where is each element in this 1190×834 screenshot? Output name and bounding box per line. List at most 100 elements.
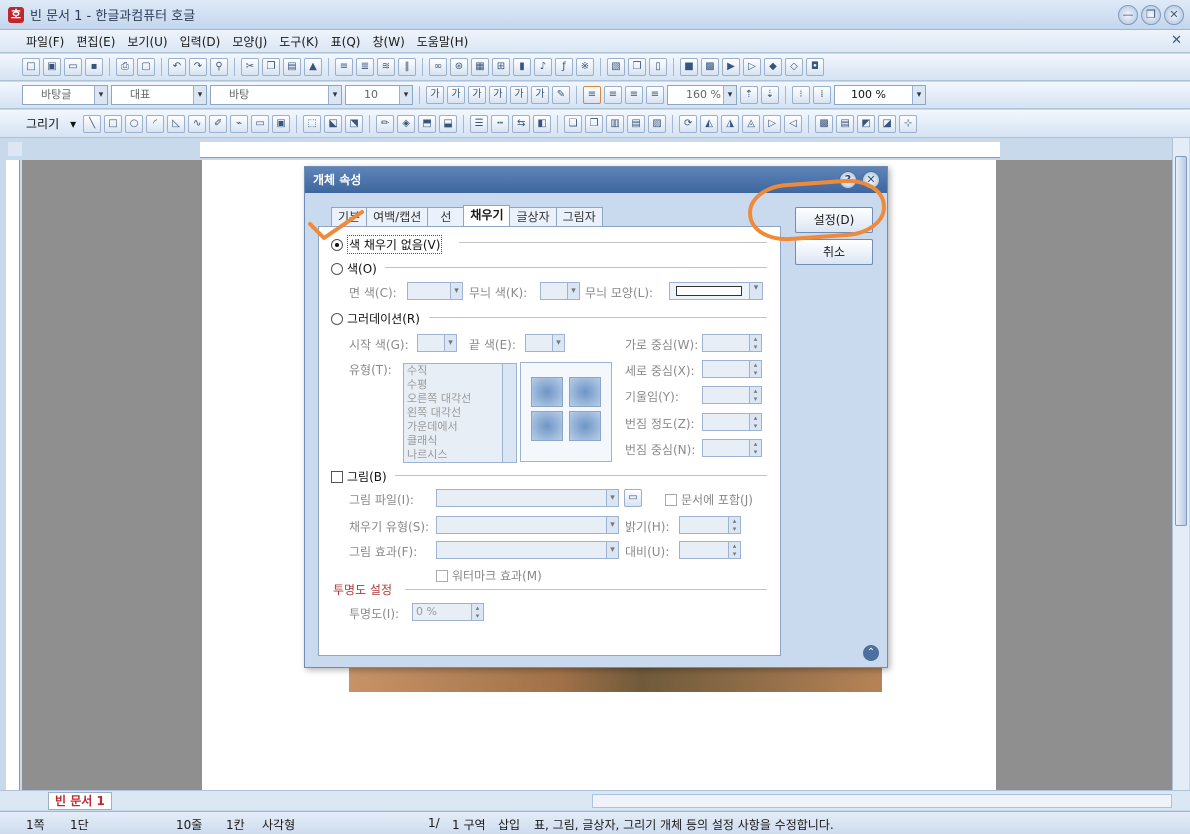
list-item[interactable]: 수평 [404, 378, 516, 392]
redo-icon[interactable]: ↷ [189, 58, 207, 76]
bring-front-icon[interactable]: ⬒ [418, 114, 437, 133]
list-item[interactable]: 나르시스 [404, 448, 516, 462]
object-icon[interactable]: ▣ [272, 114, 291, 133]
more-tools-icon[interactable]: ⊹ [899, 114, 918, 133]
list-item[interactable]: 오른쪽 대각선 [404, 392, 516, 406]
horizontal-ruler[interactable] [8, 142, 1000, 158]
textbox-tool-icon[interactable]: ▭ [251, 114, 270, 133]
ungroup-icon[interactable]: ⬔ [345, 114, 364, 133]
new-document-icon[interactable]: □ [22, 58, 40, 76]
picture-checkbox[interactable]: 그림(B) [331, 468, 387, 485]
brightness-spinner[interactable] [679, 516, 741, 534]
list-item[interactable]: 왼쪽 대각선 [404, 406, 516, 420]
gradation-type-list[interactable]: 수직 수평 오른쪽 대각선 왼쪽 대각선 가운데에서 클래식 나르시스 [403, 363, 517, 463]
line-color-icon[interactable]: ✏ [376, 114, 395, 133]
arrow-style-icon[interactable]: ⇆ [512, 114, 531, 133]
gradation-swatch[interactable] [569, 411, 601, 441]
watermark-checkbox[interactable]: 워터마크 효과(M) [436, 567, 542, 584]
bullets-icon[interactable]: ⁞ [813, 86, 831, 104]
insert-formula-icon[interactable]: ƒ [555, 58, 573, 76]
order-2-icon[interactable]: ❐ [585, 114, 604, 133]
v-center-spinner[interactable] [702, 360, 762, 378]
align-objects-icon[interactable]: ▥ [606, 114, 625, 133]
paste-icon[interactable]: ▤ [283, 58, 301, 76]
format-painter-icon[interactable]: ▲ [304, 58, 322, 76]
strikeout-icon[interactable]: 가 [489, 86, 507, 104]
cut-icon[interactable]: ✂ [241, 58, 259, 76]
blur-center-spinner[interactable] [702, 439, 762, 457]
label-2-icon[interactable]: ◇ [785, 58, 803, 76]
play-icon[interactable]: ▷ [763, 114, 782, 133]
color-radio[interactable]: 색(O) [331, 260, 377, 277]
hyperlink-icon[interactable]: ∞ [429, 58, 447, 76]
tab-fill[interactable]: 채우기 [463, 205, 511, 226]
skew-icon[interactable]: ◁ [784, 114, 803, 133]
menu-insert[interactable]: 입력(D) [174, 33, 227, 50]
tab-line[interactable]: 선 [427, 207, 465, 226]
order-icon[interactable]: ❏ [564, 114, 583, 133]
insert-chart-icon[interactable]: ▮ [513, 58, 531, 76]
flip-icon[interactable]: ◭ [700, 114, 719, 133]
ellipse-tool-icon[interactable]: ○ [125, 114, 144, 133]
paragraph-icon[interactable]: ≣ [356, 58, 374, 76]
open-template-icon[interactable]: ▣ [43, 58, 61, 76]
picture-paste-icon[interactable]: ▤ [836, 114, 855, 133]
menu-table[interactable]: 표(Q) [325, 33, 367, 50]
rectangle-tool-icon[interactable]: □ [104, 114, 123, 133]
char-shape-icon[interactable]: ≋ [377, 58, 395, 76]
underline-icon[interactable]: 가 [468, 86, 486, 104]
pattern-shape-picker[interactable] [669, 282, 763, 300]
font-combo[interactable]: 바탕 [210, 85, 342, 105]
char-border-icon[interactable]: 가 [531, 86, 549, 104]
horizontal-scrollbar[interactable] [592, 794, 1172, 808]
print-icon[interactable]: ⎙ [116, 58, 134, 76]
dialog-help-icon[interactable]: ⌃ [863, 645, 879, 661]
picture-effect-combo[interactable] [436, 541, 619, 559]
list-item[interactable]: 클래식 [404, 434, 516, 448]
align-left-icon[interactable]: ≡ [604, 86, 622, 104]
mail-merge-icon[interactable]: ▶ [722, 58, 740, 76]
style-combo[interactable]: 바탕글 [22, 85, 108, 105]
representative-combo[interactable]: 대표 [111, 85, 207, 105]
open-folder-icon[interactable]: ▭ [64, 58, 82, 76]
memo-icon[interactable]: ■ [680, 58, 698, 76]
document-close-icon[interactable]: ✕ [1171, 33, 1182, 48]
group-icon[interactable]: ⬕ [324, 114, 343, 133]
tab-margin-caption[interactable]: 여백/캡션 [366, 207, 429, 226]
line-style-icon[interactable]: ┅ [491, 114, 510, 133]
find-icon[interactable]: ⚲ [210, 58, 228, 76]
flip-3-icon[interactable]: ◬ [742, 114, 761, 133]
bold-icon[interactable]: 가 [426, 86, 444, 104]
picture-arrange-icon[interactable]: ◩ [857, 114, 876, 133]
distribute-icon[interactable]: ▤ [627, 114, 646, 133]
mail-merge-2-icon[interactable]: ▷ [743, 58, 761, 76]
decrease-spacing-icon[interactable]: ⇣ [761, 86, 779, 104]
menu-tools[interactable]: 도구(K) [273, 33, 324, 50]
presentation-icon[interactable]: ▩ [701, 58, 719, 76]
align-center-icon[interactable]: ≡ [625, 86, 643, 104]
font-size-combo[interactable]: 10 [345, 85, 413, 105]
gradation-swatch[interactable] [531, 411, 563, 441]
status-insert-mode[interactable]: 삽입 [498, 816, 520, 833]
end-color-picker[interactable] [525, 334, 565, 352]
preview-icon[interactable]: ▢ [137, 58, 155, 76]
picture-icon[interactable]: ▨ [648, 114, 667, 133]
insert-symbol-icon[interactable]: ※ [576, 58, 594, 76]
gradation-swatch[interactable] [531, 377, 563, 407]
list-item[interactable]: 수직 [404, 364, 516, 378]
menu-format[interactable]: 모양(J) [226, 33, 273, 50]
connector-tool-icon[interactable]: ⌁ [230, 114, 249, 133]
dictionary-icon[interactable]: ▧ [607, 58, 625, 76]
pen-tool-icon[interactable]: ✐ [209, 114, 228, 133]
gradation-radio[interactable]: 그러데이션(R) [331, 310, 420, 327]
folder-icon[interactable]: ▭ [624, 489, 642, 507]
transparency-spinner[interactable]: 0 % [412, 603, 484, 621]
start-color-picker[interactable] [417, 334, 457, 352]
tilt-spinner[interactable] [702, 386, 762, 404]
undo-icon[interactable]: ↶ [168, 58, 186, 76]
chevron-down-icon[interactable]: ▾ [66, 117, 80, 131]
blur-degree-spinner[interactable] [702, 413, 762, 431]
fill-color-icon[interactable]: ◈ [397, 114, 416, 133]
maximize-button[interactable]: ❐ [1141, 5, 1161, 25]
shadow-icon[interactable]: ◧ [533, 114, 552, 133]
